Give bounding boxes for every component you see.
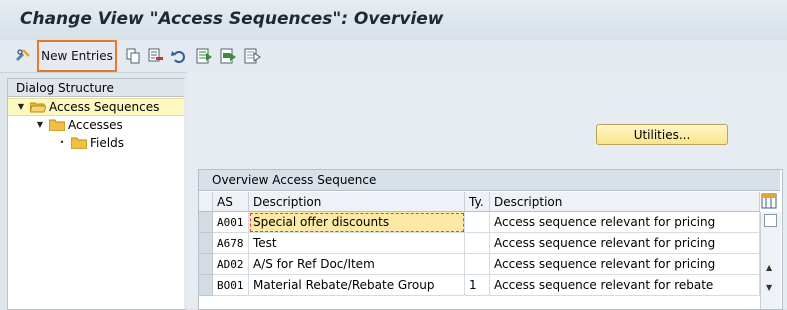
folder-icon — [49, 119, 65, 131]
tree-item-label: Fields — [90, 136, 124, 150]
column-header-description[interactable]: Description — [249, 192, 465, 212]
tree-item-label: Accesses — [68, 118, 123, 132]
row-selector[interactable] — [199, 233, 213, 254]
row-selector[interactable] — [199, 212, 213, 233]
access-sequence-table: Overview Access Sequence AS Description … — [198, 169, 783, 310]
delete-icon[interactable] — [147, 47, 165, 65]
scroll-up-icon[interactable]: ▲ — [766, 263, 772, 272]
row-selector[interactable] — [199, 254, 213, 275]
cell-type[interactable] — [465, 254, 490, 275]
tree-item-access-sequences[interactable]: ▼ Access Sequences — [8, 98, 185, 116]
cell-description[interactable]: Test — [249, 233, 465, 254]
cell-type-description: Access sequence relevant for rebate — [490, 275, 760, 296]
display-change-icon[interactable] — [14, 47, 32, 65]
select-all-icon[interactable] — [195, 47, 213, 65]
deselect-all-icon[interactable] — [243, 47, 261, 65]
undo-icon[interactable] — [170, 47, 188, 65]
new-entries-button[interactable]: New Entries — [37, 40, 117, 72]
scrollbar-thumb[interactable] — [764, 214, 777, 227]
cell-as[interactable]: A678 — [213, 233, 249, 254]
cell-type[interactable]: 1 — [465, 275, 490, 296]
cell-type[interactable] — [465, 233, 490, 254]
column-header-type[interactable]: Ty. — [465, 192, 490, 212]
cell-as[interactable]: BO01 — [213, 275, 249, 296]
select-block-icon[interactable] — [219, 47, 237, 65]
expand-triangle-icon[interactable]: ▼ — [36, 116, 44, 134]
dialog-structure-header: Dialog Structure — [8, 79, 185, 97]
folder-icon — [71, 137, 87, 149]
tree-item-accesses[interactable]: ▼ Accesses — [8, 116, 123, 134]
column-header-as[interactable]: AS — [213, 192, 249, 212]
tree-item-fields[interactable]: • Fields — [8, 134, 124, 152]
folder-open-icon — [30, 102, 46, 113]
column-header-type-description[interactable]: Description — [490, 192, 760, 212]
scroll-down-icon[interactable]: ▼ — [766, 283, 772, 292]
cell-as[interactable]: A001 — [213, 212, 249, 233]
leaf-bullet-icon: • — [59, 138, 65, 147]
cell-as[interactable]: AD02 — [213, 254, 249, 275]
cell-type-description: Access sequence relevant for pricing — [490, 233, 760, 254]
vertical-scrollbar[interactable]: ▲ ▼ — [760, 212, 781, 309]
cell-description[interactable]: Special offer discounts — [249, 212, 465, 233]
tree-item-label: Access Sequences — [49, 100, 160, 114]
cell-description[interactable]: Material Rebate/Rebate Group — [249, 275, 465, 296]
title-bar: Change View "Access Sequences": Overview — [0, 0, 787, 41]
window-title: Change View "Access Sequences": Overview — [20, 9, 444, 29]
utilities-button[interactable]: Utilities... — [596, 124, 728, 145]
row-selector[interactable] — [199, 275, 213, 296]
copy-icon[interactable] — [124, 47, 142, 65]
table-settings-icon[interactable] — [761, 193, 777, 209]
cell-type-description: Access sequence relevant for pricing — [490, 212, 760, 233]
cell-type[interactable] — [465, 212, 490, 233]
application-toolbar: New Entries — [0, 40, 787, 73]
expand-triangle-icon[interactable]: ▼ — [17, 98, 25, 116]
cell-description[interactable]: A/S for Ref Doc/Item — [249, 254, 465, 275]
table-caption: Overview Access Sequence — [199, 170, 780, 191]
dialog-structure-panel: Dialog Structure ▼ Access Sequences ▼ Ac… — [7, 78, 186, 310]
row-selector-header[interactable] — [199, 192, 213, 212]
cell-type-description: Access sequence relevant for pricing — [490, 254, 760, 275]
